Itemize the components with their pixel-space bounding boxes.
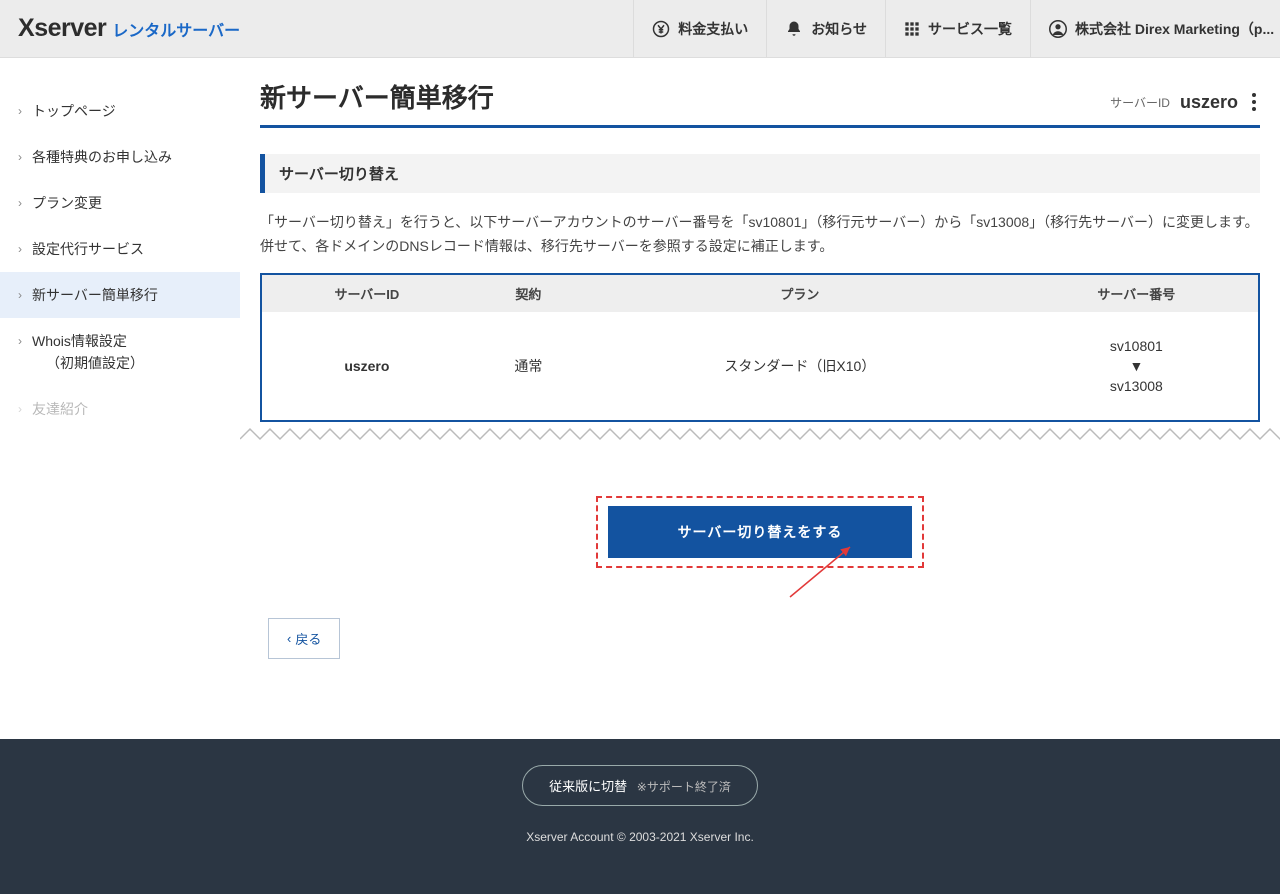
copyright: Xserver Account © 2003-2021 Xserver Inc. [0, 830, 1280, 844]
chevron-right-icon: › [18, 104, 22, 118]
sidebar-item-whois[interactable]: › Whois情報設定（初期値設定） [0, 318, 240, 386]
title-rule [260, 125, 1260, 128]
sidebar-label: Whois情報設定 [32, 331, 127, 351]
sidebar: › トップページ › 各種特典のお申し込み › プラン変更 › 設定代行サービス › 新サ… [0, 58, 240, 739]
yen-icon [652, 20, 670, 38]
page-title: 新サーバー簡単移行 [260, 78, 494, 115]
chevron-right-icon: › [18, 242, 22, 256]
cell-id: uszero [261, 312, 472, 421]
logo-text: Xserver [18, 14, 106, 43]
nav-services[interactable]: サービス一覧 [885, 0, 1030, 57]
server-to: sv13008 [1023, 378, 1250, 394]
legacy-label: 従来版に切替 [549, 779, 627, 794]
sidebar-item-top[interactable]: › トップページ [0, 88, 240, 134]
sidebar-item-proxy[interactable]: › 設定代行サービス [0, 226, 240, 272]
nav-payment-label: 料金支払い [678, 19, 748, 39]
highlight-box: サーバー切り替えをする [596, 496, 925, 568]
nav-payment[interactable]: 料金支払い [633, 0, 766, 57]
sidebar-item-friend[interactable]: › 友達紹介 [0, 386, 240, 432]
sidebar-label: 各種特典のお申し込み [32, 147, 172, 167]
sidebar-label: 設定代行サービス [32, 239, 144, 259]
sidebar-item-privilege[interactable]: › 各種特典のお申し込み [0, 134, 240, 180]
nav-notice[interactable]: お知らせ [766, 0, 885, 57]
sidebar-label: 友達紹介 [32, 399, 88, 419]
chevron-right-icon: › [18, 196, 22, 210]
chevron-right-icon: › [18, 334, 22, 348]
arrow-down-icon: ▼ [1023, 358, 1250, 374]
bell-icon [785, 20, 803, 38]
table-header-row: サーバーID 契約 プラン サーバー番号 [261, 274, 1259, 312]
header-nav: 料金支払い お知らせ サービス一覧 株式会社 Direx Marketing（p… [633, 0, 1280, 57]
section-title: サーバー切り替え [260, 154, 1260, 193]
th-id: サーバーID [261, 274, 472, 312]
server-table: サーバーID 契約 プラン サーバー番号 uszero 通常 スタンダード（旧X… [260, 273, 1260, 422]
annotation-arrow-icon [785, 542, 865, 602]
nav-notice-label: お知らせ [811, 19, 867, 39]
nav-user[interactable]: 株式会社 Direx Marketing（p... [1030, 0, 1280, 57]
zigzag-separator [240, 422, 1280, 456]
sidebar-label: トップページ [32, 101, 116, 121]
nav-services-label: サービス一覧 [928, 19, 1012, 39]
chevron-left-icon: ‹ [287, 631, 291, 646]
switch-server-button[interactable]: サーバー切り替えをする [608, 506, 913, 558]
main-content: 新サーバー簡単移行 サーバーID uszero サーバー切り替え 「サーバー切り… [240, 58, 1280, 739]
sidebar-label: 新サーバー簡単移行 [32, 285, 158, 305]
chevron-right-icon: › [18, 150, 22, 164]
cell-plan: スタンダード（旧X10） [585, 312, 1015, 421]
footer: 従来版に切替 ※サポート終了済 Xserver Account © 2003-2… [0, 739, 1280, 894]
kebab-menu[interactable] [1248, 89, 1260, 115]
logo[interactable]: Xserver レンタルサーバー [0, 14, 240, 43]
user-icon [1049, 20, 1067, 38]
legacy-note: ※サポート終了済 [637, 780, 731, 794]
table-row: uszero 通常 スタンダード（旧X10） sv10801 ▼ sv13008 [261, 312, 1259, 421]
logo-tagline: レンタルサーバー [112, 17, 240, 41]
th-server-no: サーバー番号 [1015, 274, 1259, 312]
server-from: sv10801 [1023, 338, 1250, 354]
chevron-right-icon: › [18, 288, 22, 302]
th-plan: プラン [585, 274, 1015, 312]
sidebar-sublabel: （初期値設定） [18, 353, 144, 373]
server-id-value: uszero [1180, 92, 1238, 113]
sidebar-item-migration[interactable]: › 新サーバー簡単移行 [0, 272, 240, 318]
sidebar-item-plan[interactable]: › プラン変更 [0, 180, 240, 226]
global-header: Xserver レンタルサーバー 料金支払い お知らせ サービス一覧 株 [0, 0, 1280, 58]
action-area: サーバー切り替えをする [260, 496, 1260, 568]
cell-contract: 通常 [472, 312, 585, 421]
server-id-label: サーバーID [1110, 94, 1170, 111]
th-contract: 契約 [472, 274, 585, 312]
back-label: 戻る [295, 629, 321, 648]
legacy-switch-button[interactable]: 従来版に切替 ※サポート終了済 [522, 765, 758, 806]
chevron-right-icon: › [18, 402, 22, 416]
cell-server-no: sv10801 ▼ sv13008 [1015, 312, 1259, 421]
sidebar-label: プラン変更 [32, 193, 102, 213]
back-button[interactable]: ‹ 戻る [268, 618, 340, 659]
section-description: 「サーバー切り替え」を行うと、以下サーバーアカウントのサーバー番号を「sv108… [260, 211, 1260, 259]
grid-icon [904, 21, 920, 37]
nav-user-label: 株式会社 Direx Marketing（p... [1075, 19, 1274, 39]
